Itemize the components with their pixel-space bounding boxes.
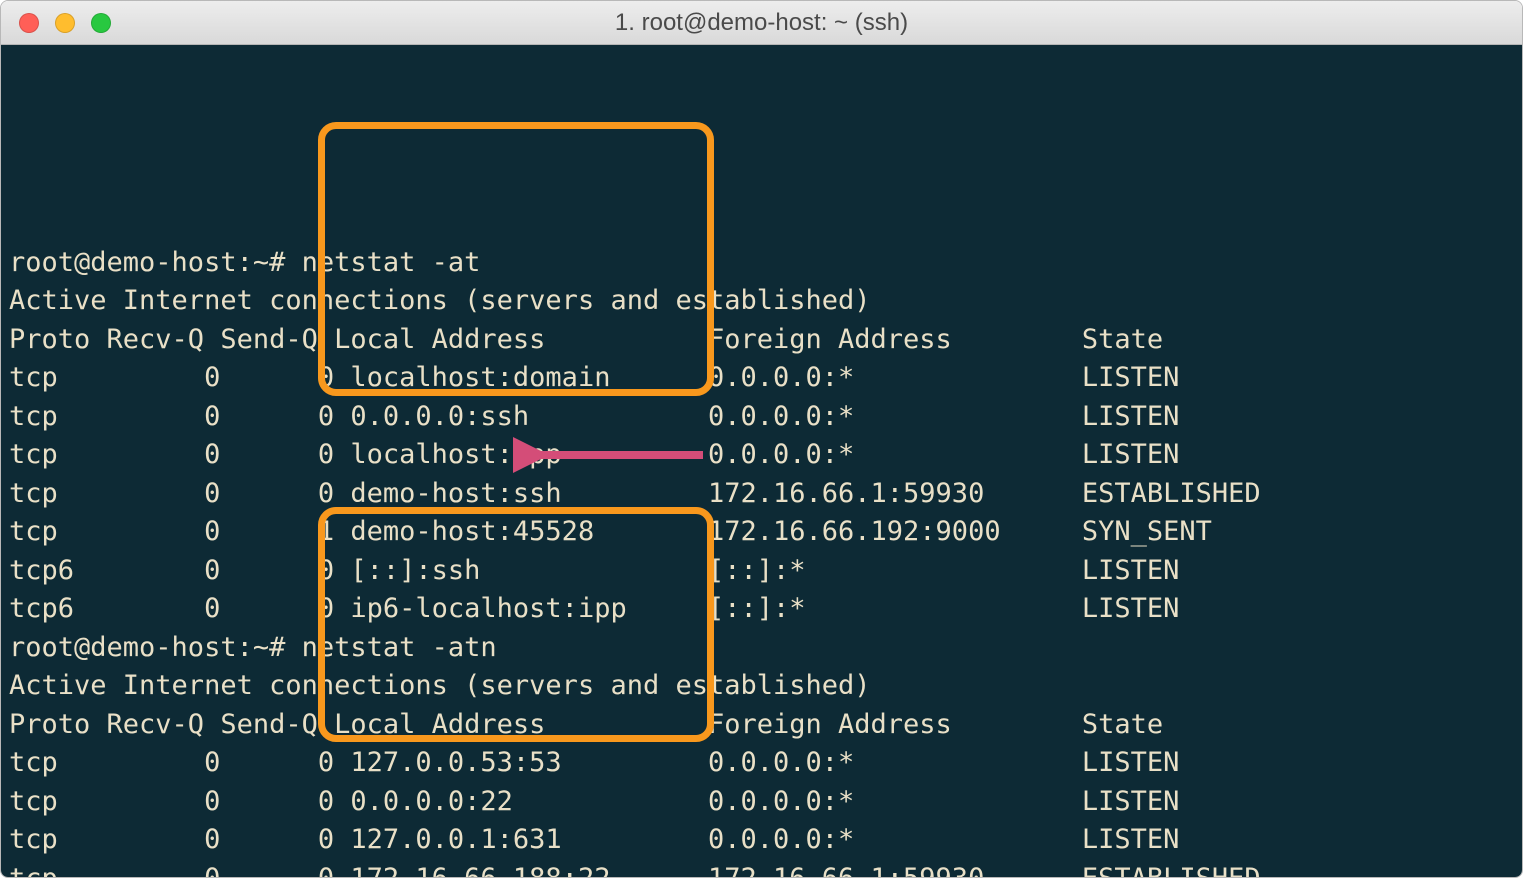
terminal-line: root@demo-host:~# netstat -atn [9, 629, 1514, 668]
terminal-line: tcp 0 0 0.0.0.0:ssh 0.0.0.0:* LISTEN [9, 398, 1514, 437]
terminal-line: tcp 0 1 demo-host:45528 172.16.66.192:90… [9, 513, 1514, 552]
minimize-icon[interactable] [55, 13, 75, 33]
titlebar: 1. root@demo-host: ~ (ssh) [1, 1, 1522, 45]
window-title: 1. root@demo-host: ~ (ssh) [1, 9, 1522, 37]
terminal-window: 1. root@demo-host: ~ (ssh) root@demo-hos… [0, 0, 1523, 878]
terminal-line: Proto Recv-Q Send-Q Local Address Foreig… [9, 706, 1514, 745]
maximize-icon[interactable] [91, 13, 111, 33]
highlight-box-2 [318, 507, 714, 742]
traffic-lights [1, 13, 111, 33]
terminal-line: tcp 0 0 127.0.0.53:53 0.0.0.0:* LISTEN [9, 744, 1514, 783]
terminal-line: Active Internet connections (servers and… [9, 667, 1514, 706]
arrow-icon [513, 435, 713, 475]
terminal-line: tcp 0 0 127.0.0.1:631 0.0.0.0:* LISTEN [9, 821, 1514, 860]
terminal-line: Active Internet connections (servers and… [9, 282, 1514, 321]
terminal-line: tcp6 0 0 ip6-localhost:ipp [::]:* LISTEN [9, 590, 1514, 629]
terminal-line: tcp 0 0 0.0.0.0:22 0.0.0.0:* LISTEN [9, 783, 1514, 822]
terminal-line: Proto Recv-Q Send-Q Local Address Foreig… [9, 321, 1514, 360]
highlight-box-1 [318, 122, 714, 396]
terminal-line: tcp 0 0 localhost:ipp 0.0.0.0:* LISTEN [9, 436, 1514, 475]
terminal-line: root@demo-host:~# netstat -at [9, 244, 1514, 283]
terminal-line: tcp6 0 0 [::]:ssh [::]:* LISTEN [9, 552, 1514, 591]
terminal-line: tcp 0 0 localhost:domain 0.0.0.0:* LISTE… [9, 359, 1514, 398]
terminal-output[interactable]: root@demo-host:~# netstat -atActive Inte… [1, 45, 1522, 877]
terminal-line: tcp 0 0 172.16.66.188:22 172.16.66.1:599… [9, 860, 1514, 878]
terminal-line: tcp 0 0 demo-host:ssh 172.16.66.1:59930 … [9, 475, 1514, 514]
close-icon[interactable] [19, 13, 39, 33]
